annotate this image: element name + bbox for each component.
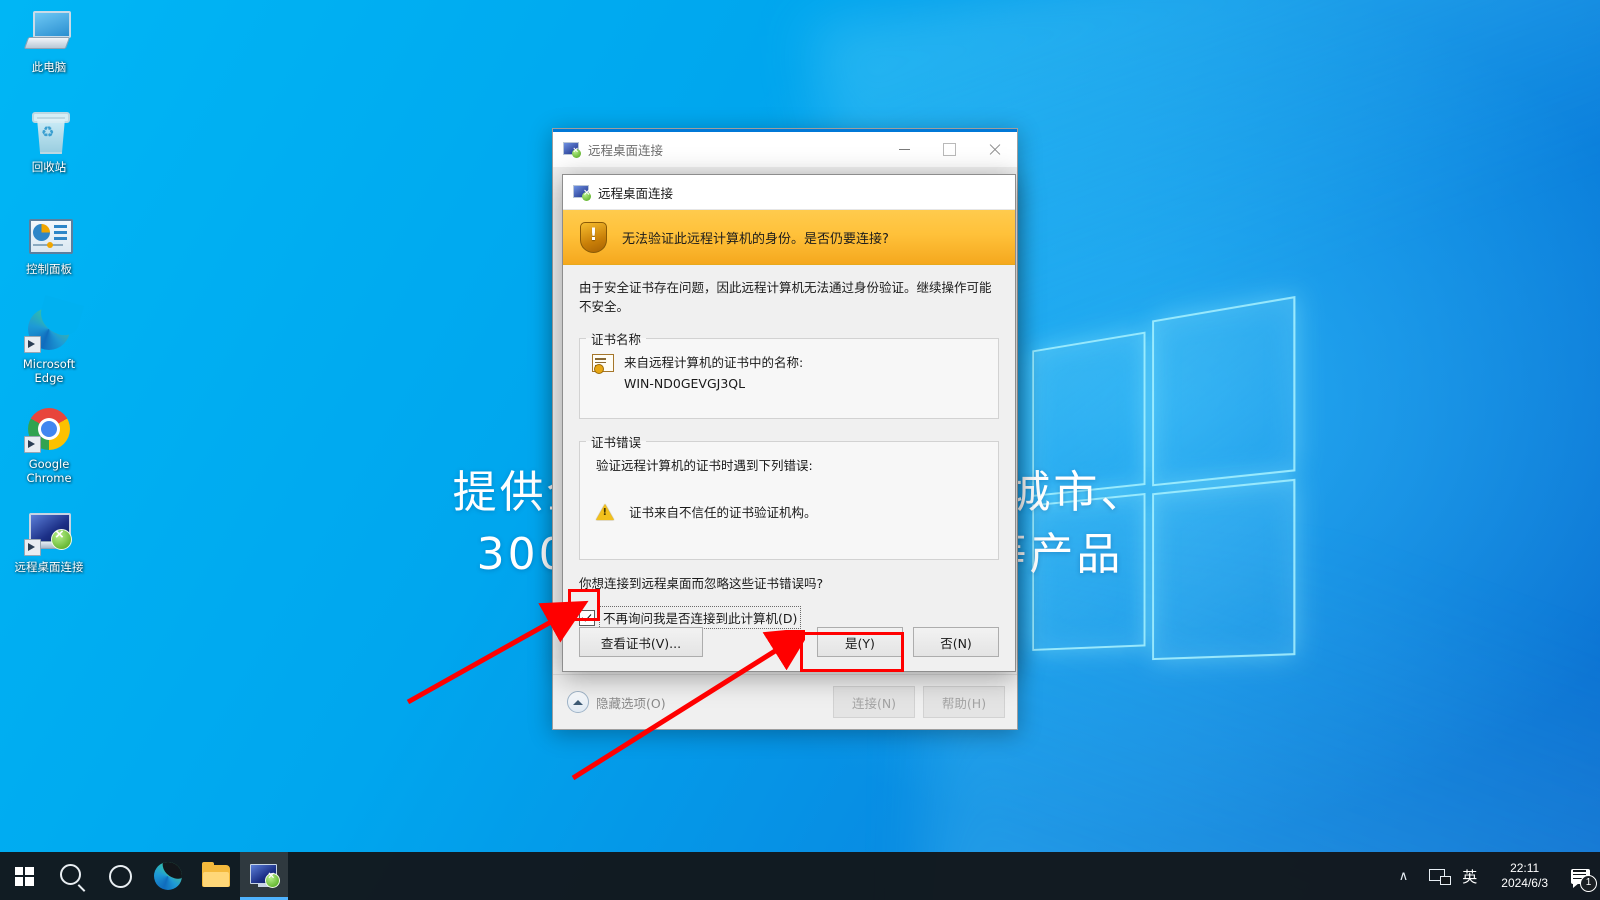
- desktop-icon-control-panel[interactable]: 控制面板: [6, 210, 92, 276]
- hide-options-label: 隐藏选项(O): [596, 695, 666, 711]
- remote-desktop-icon: [563, 142, 581, 158]
- remote-desktop-icon: [249, 863, 280, 889]
- network-icon[interactable]: [1429, 868, 1452, 885]
- warning-banner: ! 无法验证此远程计算机的身份。是否仍要连接?: [563, 210, 1015, 265]
- certificate-error-text: 证书来自不信任的证书验证机构。: [629, 505, 817, 520]
- desktop-icon-google-chrome[interactable]: Google Chrome: [6, 405, 92, 485]
- dialog-close-button[interactable]: [970, 175, 1015, 209]
- certificate-warning-dialog: 远程桌面连接 ! 无法验证此远程计算机的身份。是否仍要连接? 由于安全证书存在问…: [562, 174, 1016, 672]
- ime-indicator[interactable]: 英: [1458, 866, 1489, 887]
- minimize-button[interactable]: [882, 132, 927, 167]
- dialog-intro-text: 由于安全证书存在问题，因此远程计算机无法通过身份验证。继续操作可能不安全。: [579, 280, 992, 314]
- system-tray: ∧ 英 22:11 2024/6/3 1: [1385, 852, 1600, 900]
- dialog-question-text: 你想连接到远程桌面而忽略这些证书错误吗?: [579, 576, 824, 591]
- dialog-button-row: 查看证书(V)... 是(Y) 否(N): [563, 627, 1015, 657]
- dont-ask-again-checkbox-row[interactable]: 不再询问我是否连接到此计算机(D): [579, 606, 999, 629]
- window-title: 远程桌面连接: [588, 143, 664, 158]
- window-footer: 隐藏选项(O) 连接(N) 帮助(H): [553, 674, 1017, 729]
- notification-count-badge: 1: [1580, 875, 1597, 892]
- chevron-up-icon: [567, 691, 589, 713]
- certificate-name-group: 证书名称 来自远程计算机的证书中的名称: WIN-ND0GEVGJ3QL: [579, 329, 999, 419]
- certificate-name-description: 来自远程计算机的证书中的名称:: [624, 355, 804, 370]
- certificate-name-legend: 证书名称: [591, 332, 642, 347]
- folder-icon: [202, 861, 230, 888]
- desktop-icon-label: Google Chrome: [26, 457, 72, 485]
- close-button[interactable]: [972, 132, 1017, 167]
- microsoft-edge-icon: [24, 305, 73, 353]
- microsoft-edge-icon: [154, 862, 182, 890]
- computer-icon: [23, 8, 73, 56]
- yes-button[interactable]: 是(Y): [817, 627, 903, 657]
- warning-shield-icon: !: [580, 221, 607, 253]
- view-certificate-button[interactable]: 查看证书(V)...: [579, 627, 703, 657]
- certificate-name-value: WIN-ND0GEVGJ3QL: [624, 376, 746, 391]
- dialog-title-bar[interactable]: 远程桌面连接: [563, 175, 1015, 210]
- warning-triangle-icon: [596, 503, 614, 520]
- taskbar-item-microsoft-edge[interactable]: [144, 852, 192, 900]
- desktop-icon-label: 此电脑: [31, 60, 67, 74]
- desktop-icon-label: 控制面板: [26, 262, 72, 276]
- desktop-icon-label: 回收站: [31, 160, 67, 174]
- clock-time: 22:11: [1510, 861, 1540, 875]
- hide-options-button[interactable]: 隐藏选项(O): [567, 691, 666, 713]
- remote-desktop-icon: [24, 508, 73, 556]
- taskbar-item-remote-desktop[interactable]: [240, 852, 288, 900]
- window-title-bar[interactable]: 远程桌面连接: [553, 132, 1017, 167]
- search-icon: [59, 863, 81, 885]
- windows-start-icon: [14, 866, 34, 886]
- start-button[interactable]: [0, 852, 48, 900]
- help-button[interactable]: 帮助(H): [923, 686, 1005, 718]
- desktop-icon-label: 远程桌面连接: [14, 560, 84, 574]
- desktop-icon-recycle-bin[interactable]: ♻ 回收站: [6, 108, 92, 174]
- show-hidden-icons-button[interactable]: ∧: [1385, 868, 1423, 884]
- search-button[interactable]: [48, 852, 96, 900]
- taskbar-item-file-explorer[interactable]: [192, 852, 240, 900]
- certificate-error-legend: 证书错误: [591, 435, 642, 450]
- desktop-icon-microsoft-edge[interactable]: Microsoft Edge: [6, 305, 92, 385]
- certificate-error-group: 证书错误 验证远程计算机的证书时遇到下列错误: 证书来自不信任的证书验证机构。: [579, 432, 999, 560]
- control-panel-icon: [25, 210, 73, 258]
- taskbar: ∧ 英 22:11 2024/6/3 1: [0, 852, 1600, 900]
- desktop: 提供全 个地区城市、 300多 代理等产品 此电脑 ♻ 回收站 控制面板: [0, 0, 1600, 900]
- recycle-bin-icon: ♻: [25, 108, 73, 156]
- clock-date: 2024/6/3: [1501, 876, 1548, 890]
- dont-ask-again-label: 不再询问我是否连接到此计算机(D): [599, 606, 802, 629]
- connect-button[interactable]: 连接(N): [833, 686, 915, 718]
- remote-desktop-icon: [573, 184, 591, 201]
- maximize-button[interactable]: [927, 132, 972, 167]
- cortana-button[interactable]: [96, 852, 144, 900]
- desktop-icon-this-pc[interactable]: 此电脑: [6, 8, 92, 74]
- clock[interactable]: 22:11 2024/6/3: [1489, 861, 1560, 891]
- warning-banner-text: 无法验证此远程计算机的身份。是否仍要连接?: [622, 231, 889, 247]
- certificate-icon: [592, 354, 614, 374]
- no-button[interactable]: 否(N): [913, 627, 999, 657]
- cortana-icon: [108, 864, 132, 888]
- certificate-error-note: 验证远程计算机的证书时遇到下列错误:: [596, 458, 813, 473]
- google-chrome-icon: [24, 405, 73, 453]
- desktop-icon-remote-desktop[interactable]: 远程桌面连接: [6, 508, 92, 574]
- dont-ask-again-checkbox[interactable]: [579, 609, 595, 626]
- desktop-icon-label: Microsoft Edge: [22, 357, 76, 385]
- dialog-title: 远程桌面连接: [598, 185, 674, 201]
- notification-center-button[interactable]: 1: [1560, 852, 1600, 900]
- dialog-content: 由于安全证书存在问题，因此远程计算机无法通过身份验证。继续操作可能不安全。 证书…: [563, 265, 1015, 629]
